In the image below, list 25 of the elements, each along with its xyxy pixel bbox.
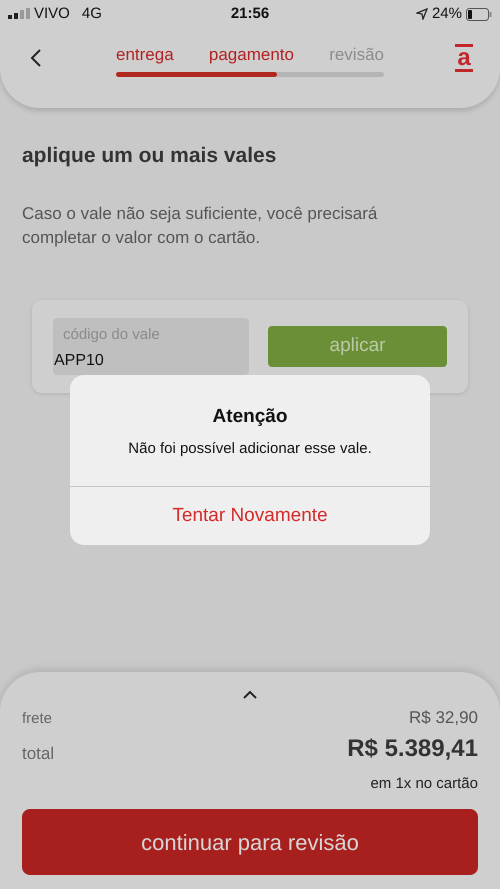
step-label: pagamento [208,44,294,66]
summary-label: total [22,743,54,765]
battery-icon [466,8,492,20]
carrier-name: VIVO [34,4,70,24]
retry-button[interactable]: Tentar Novamente [70,487,430,545]
alert-title: Atenção [212,405,288,429]
signal-icon [8,8,30,20]
battery-percent: 24% [432,4,462,24]
network-type: 4G [82,4,102,24]
payment-note: em 1x no cartão [370,774,478,794]
chevron-up-icon[interactable] [242,690,258,699]
location-arrow-icon [416,8,428,20]
step-label: revisão [329,44,384,66]
summary-value: R$ 32,90 [409,707,478,729]
alert-message: Não foi possível adicionar esse vale. [128,438,372,458]
brand-logo: a [457,47,471,69]
page-title: aplique um ou mais vales [22,143,278,169]
summary-value: R$ 5.389,41 [347,734,478,764]
continue-button[interactable]: continuar para revisão [22,809,478,875]
voucher-code-input[interactable]: APP10 [53,348,249,372]
description-text: Caso o vale não seja suficiente, você precisará completar o valor com o cartão. [22,202,378,248]
clock-time: 21:56 [230,4,270,24]
step-label: entrega [116,44,174,66]
back-icon [30,48,42,68]
summary-label: frete [22,709,52,729]
